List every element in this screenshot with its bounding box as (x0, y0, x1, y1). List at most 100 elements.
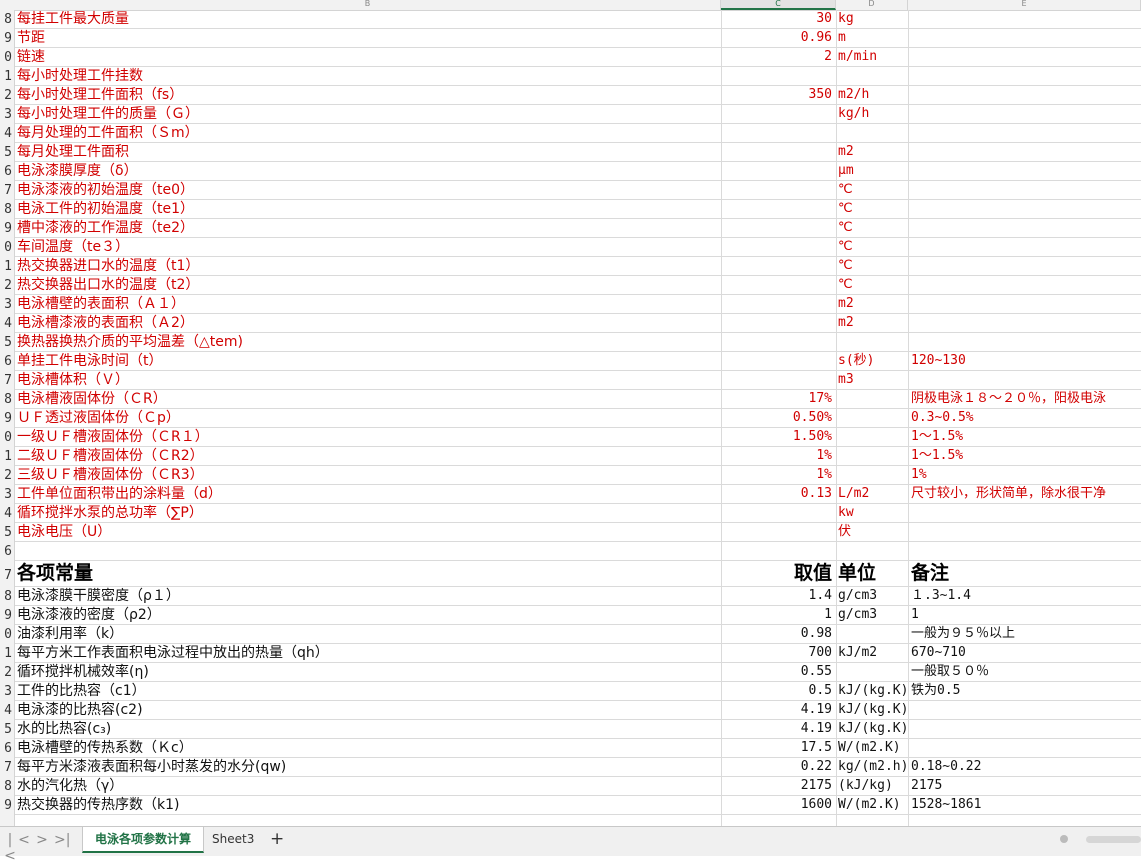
cell-note[interactable]: 1～1.5% (909, 447, 1141, 465)
row-number[interactable]: 8 (0, 200, 12, 219)
cell-unit[interactable] (837, 333, 907, 351)
cell-unit[interactable]: ℃ (837, 181, 907, 199)
cell-unit[interactable]: g/cm3 (837, 606, 907, 624)
row-number[interactable]: 0 (0, 238, 12, 257)
cell-unit[interactable]: 伏 (837, 523, 907, 541)
cell-note[interactable] (909, 10, 1141, 28)
cell-value[interactable] (721, 333, 834, 351)
row-number[interactable]: 9 (0, 29, 12, 48)
cell-parameter-name[interactable]: 换热器换热介质的平均温差（△tem) (17, 333, 720, 351)
cell-parameter-name[interactable]: 工件的比热容（c1） (17, 682, 720, 700)
cell-note[interactable]: 0.3~0.5% (909, 409, 1141, 427)
cell-value[interactable]: 700 (721, 644, 834, 662)
cell-unit[interactable]: ℃ (837, 219, 907, 237)
cell-unit[interactable]: ℃ (837, 238, 907, 256)
cell-parameter-name[interactable]: 一级ＵＦ槽液固体份（ＣR１） (17, 428, 720, 446)
row-number[interactable]: 9 (0, 409, 12, 428)
cell-value[interactable] (721, 219, 834, 237)
cell-value[interactable] (721, 352, 834, 370)
cell-note[interactable] (909, 314, 1141, 332)
cell-note[interactable] (909, 523, 1141, 541)
cell-parameter-name[interactable]: 电泳漆的比热容(c2) (17, 701, 720, 719)
cell-parameter-name[interactable]: 单挂工件电泳时间（t） (17, 352, 720, 370)
cell-unit[interactable]: kJ/(kg.K) (837, 720, 908, 738)
row-number[interactable]: 7 (0, 758, 12, 777)
cell-parameter-name[interactable]: 电泳漆膜干膜密度（ρ１） (17, 587, 720, 605)
cell-value[interactable] (721, 257, 834, 275)
cell-note[interactable] (909, 105, 1141, 123)
cell-parameter-name[interactable]: 电泳槽体积（Ｖ） (17, 371, 720, 389)
spreadsheet-grid[interactable]: B C D E 89012345678901234567890123456789… (0, 0, 1141, 826)
cell-note[interactable] (909, 67, 1141, 85)
cell-value[interactable]: 1% (721, 466, 834, 484)
cell-value[interactable]: 2 (721, 48, 834, 66)
cell-value[interactable]: 1.4 (721, 587, 834, 605)
cell-value[interactable] (721, 276, 834, 294)
cell-note[interactable] (909, 739, 1141, 757)
cell-note[interactable]: 120~130 (909, 352, 1141, 370)
cell-unit[interactable] (837, 466, 907, 484)
row-number[interactable]: 6 (0, 542, 12, 561)
cell-note[interactable] (909, 701, 1141, 719)
row-number[interactable]: 2 (0, 466, 12, 485)
cell-unit[interactable]: s(秒) (837, 352, 907, 370)
cell-note[interactable] (909, 143, 1141, 161)
cell-unit[interactable]: kg/h (837, 105, 907, 123)
cell-value[interactable] (721, 181, 834, 199)
cell-note[interactable] (909, 238, 1141, 256)
tab-sheet3[interactable]: Sheet3 (200, 827, 266, 851)
cell-note[interactable]: 一般取５０％ (909, 663, 1141, 681)
row-number[interactable]: 5 (0, 333, 12, 352)
cell-parameter-name[interactable]: 电泳漆膜厚度（δ） (17, 162, 720, 180)
cell-parameter-name[interactable]: 水的比热容(c₃) (17, 720, 720, 738)
horizontal-scrollbar[interactable] (1086, 836, 1141, 843)
cell-parameter-name[interactable]: 热交换器的传热序数（k1) (17, 796, 720, 814)
cell-value[interactable] (721, 295, 834, 313)
cell-parameter-name[interactable]: 每挂工件最大质量 (17, 10, 720, 28)
cell-value[interactable]: 0.22 (721, 758, 834, 776)
cell-unit[interactable]: kJ/(kg.K) (837, 701, 908, 719)
row-number[interactable]: 7 (0, 181, 12, 200)
cell-unit[interactable] (837, 428, 907, 446)
cell-note[interactable]: 0.18~0.22 (909, 758, 1141, 776)
cell-value[interactable]: 0.55 (721, 663, 834, 681)
cell-parameter-name[interactable]: 油漆利用率（k） (17, 625, 720, 643)
row-number[interactable]: 0 (0, 428, 12, 447)
cell-value[interactable] (721, 143, 834, 161)
cell-value[interactable]: 1% (721, 447, 834, 465)
cell-parameter-name[interactable]: 电泳工件的初始温度（te1） (17, 200, 720, 218)
cell-unit[interactable] (837, 663, 907, 681)
row-number[interactable]: 3 (0, 105, 12, 124)
row-number[interactable]: 0 (0, 625, 12, 644)
cell-parameter-name[interactable]: 每月处理工件面积 (17, 143, 720, 161)
cell-value[interactable]: 0.98 (721, 625, 834, 643)
cell-value[interactable]: 17.5 (721, 739, 834, 757)
cell-value[interactable]: 2175 (721, 777, 834, 795)
cell-note[interactable]: 1% (909, 466, 1141, 484)
cell-unit[interactable]: ℃ (837, 200, 907, 218)
cell-note[interactable]: 一般为９５％以上 (909, 625, 1141, 643)
cell-value[interactable]: 4.19 (721, 720, 834, 738)
cell-unit[interactable]: W/(m2.K) (837, 739, 907, 757)
cell-note[interactable] (909, 295, 1141, 313)
row-number[interactable]: 5 (0, 720, 12, 739)
cell-note[interactable] (909, 124, 1141, 142)
cell-unit[interactable]: kJ/m2 (837, 644, 907, 662)
cell-parameter-name[interactable]: 三级ＵＦ槽液固体份（ＣR3） (17, 466, 720, 484)
cell-value[interactable]: 17% (721, 390, 834, 408)
row-number[interactable]: 8 (0, 587, 12, 606)
cell-value[interactable]: 1 (721, 606, 834, 624)
cell-parameter-name[interactable]: 每小时处理工件面积（fs） (17, 86, 720, 104)
row-number[interactable]: 6 (0, 352, 12, 371)
cell-unit[interactable]: g/cm3 (837, 587, 907, 605)
cell-unit[interactable]: kJ/(kg.K) (837, 682, 908, 700)
cell-parameter-name[interactable]: 车间温度（te３） (17, 238, 720, 256)
cell-value[interactable]: 30 (721, 10, 834, 28)
cell-parameter-name[interactable]: 电泳漆液的初始温度（te0） (17, 181, 720, 199)
cell-value[interactable] (721, 105, 834, 123)
cell-value[interactable] (721, 523, 834, 541)
cell-note[interactable] (909, 200, 1141, 218)
row-number[interactable]: 4 (0, 314, 12, 333)
cell-unit[interactable]: m2 (837, 143, 907, 161)
cell-value[interactable] (721, 371, 834, 389)
